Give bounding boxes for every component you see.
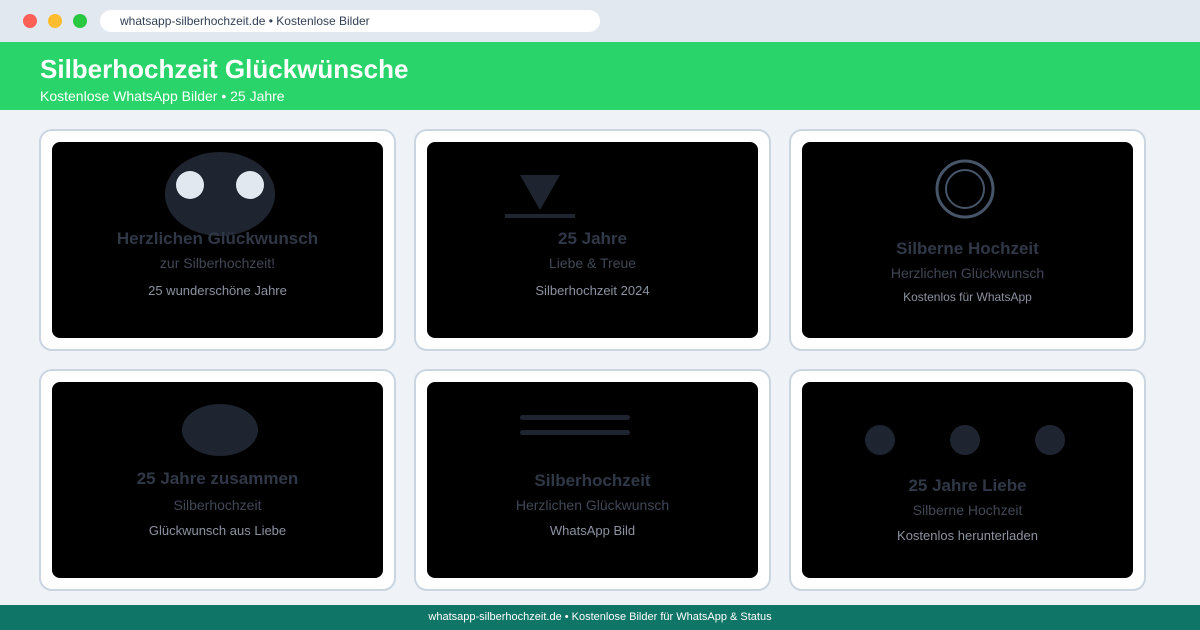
- browser-chrome: whatsapp-silberhochzeit.de • Kostenlose …: [0, 0, 1200, 42]
- hero-header: Silberhochzeit Glückwünsche Kostenlose W…: [0, 42, 1200, 110]
- image-card[interactable]: Herzlichen Glückwunsch zur Silberhochzei…: [39, 129, 396, 351]
- image-grid: Herzlichen Glückwunsch zur Silberhochzei…: [39, 129, 1147, 591]
- image-card[interactable]: 25 Jahre zusammen Silberhochzeit Glückwu…: [39, 369, 396, 591]
- card-image[interactable]: Herzlichen Glückwunsch zur Silberhochzei…: [52, 142, 383, 338]
- card-title: 25 Jahre Liebe: [908, 476, 1027, 495]
- image-card[interactable]: 25 Jahre Liebe & Treue Silberhochzeit 20…: [414, 129, 771, 351]
- window-maximize-button[interactable]: [73, 14, 87, 28]
- card-caption: Glückwunsch aus Liebe: [148, 523, 287, 538]
- card-caption: Kostenlos herunterladen: [897, 528, 1038, 543]
- card-subtitle: Liebe & Treue: [548, 255, 637, 271]
- address-bar[interactable]: whatsapp-silberhochzeit.de • Kostenlose …: [100, 10, 600, 32]
- card-title: 25 Jahre: [558, 229, 627, 248]
- card-subtitle: Silberne Hochzeit: [912, 502, 1023, 518]
- card-caption: 25 wunderschöne Jahre: [148, 283, 287, 298]
- card-caption: Kostenlos für WhatsApp: [903, 290, 1032, 304]
- card-subtitle: zur Silberhochzeit!: [159, 255, 276, 271]
- page-subtitle: Kostenlose WhatsApp Bilder • 25 Jahre: [40, 88, 285, 104]
- footer: whatsapp-silberhochzeit.de • Kostenlose …: [0, 605, 1200, 630]
- card-image[interactable]: Silberhochzeit Herzlichen Glückwunsch Wh…: [427, 382, 758, 578]
- window-close-button[interactable]: [23, 14, 37, 28]
- card-subtitle: Herzlichen Glückwunsch: [515, 497, 670, 513]
- card-title: 25 Jahre zusammen: [136, 469, 299, 488]
- page-title: Silberhochzeit Glückwünsche: [40, 54, 409, 84]
- card-caption: WhatsApp Bild: [549, 523, 636, 538]
- card-subtitle: Herzlichen Glückwunsch: [890, 265, 1045, 281]
- card-subtitle: Silberhochzeit: [173, 497, 262, 513]
- image-card[interactable]: Silberne Hochzeit Herzlichen Glückwunsch…: [789, 129, 1146, 351]
- card-title: Herzlichen Glückwunsch: [116, 229, 319, 248]
- image-card[interactable]: 25 Jahre Liebe Silberne Hochzeit Kostenl…: [789, 369, 1146, 591]
- card-caption: Silberhochzeit 2024: [535, 283, 650, 298]
- card-image[interactable]: Silberne Hochzeit Herzlichen Glückwunsch…: [802, 142, 1133, 338]
- card-title: Silberhochzeit: [534, 471, 651, 490]
- image-card[interactable]: Silberhochzeit Herzlichen Glückwunsch Wh…: [414, 369, 771, 591]
- window-minimize-button[interactable]: [48, 14, 62, 28]
- card-image[interactable]: 25 Jahre zusammen Silberhochzeit Glückwu…: [52, 382, 383, 578]
- card-image[interactable]: 25 Jahre Liebe Silberne Hochzeit Kostenl…: [802, 382, 1133, 578]
- card-title: Silberne Hochzeit: [896, 239, 1039, 258]
- card-image[interactable]: 25 Jahre Liebe & Treue Silberhochzeit 20…: [427, 142, 758, 338]
